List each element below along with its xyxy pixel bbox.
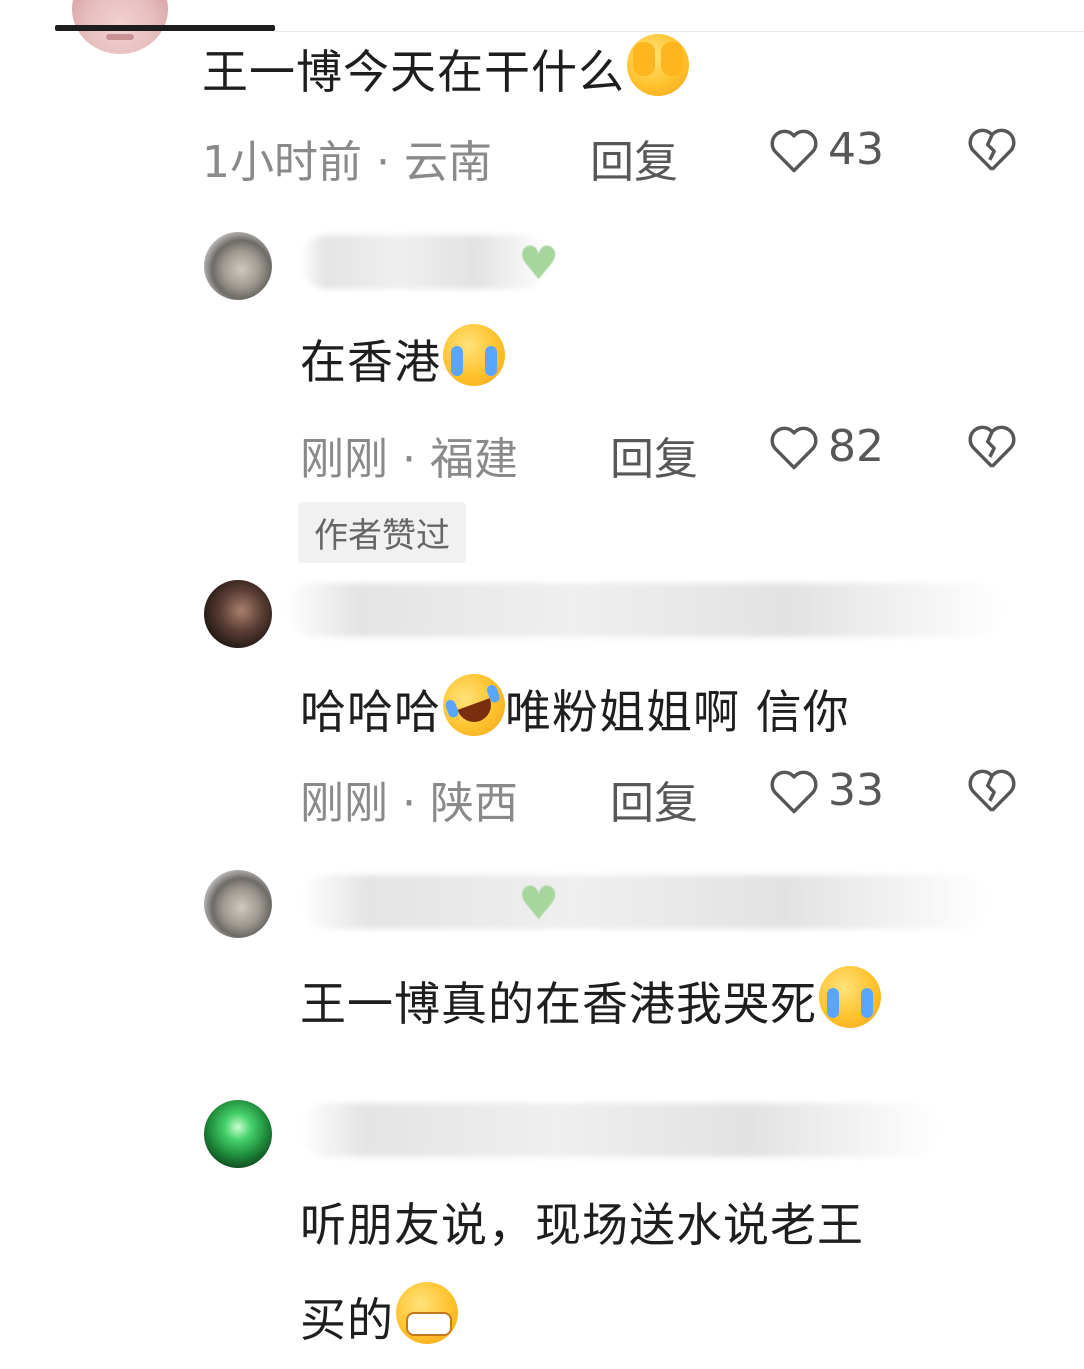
green-heart-icon: ♥: [518, 876, 560, 930]
grinning-face-icon: [396, 1282, 458, 1344]
like-button[interactable]: 43: [768, 124, 884, 175]
see-no-evil-icon: [627, 34, 689, 96]
comment-body-continued: 唯粉姐姐啊 信你: [505, 685, 850, 739]
heart-outline-icon: [770, 426, 818, 469]
like-count: 82: [828, 421, 884, 472]
reply-button[interactable]: 回复: [590, 126, 678, 190]
heart-outline-icon: [770, 770, 818, 813]
broken-heart-icon[interactable]: [966, 421, 1018, 471]
author-liked-tag: 作者赞过: [298, 502, 466, 563]
comment-time: 1小时前: [202, 137, 362, 188]
reply-avatar[interactable]: [204, 580, 272, 648]
loudly-crying-face-icon: [443, 324, 505, 386]
comment-text: 王一博真的在香港我哭死: [300, 966, 881, 1035]
comment-body: 王一博真的在香港我哭死: [300, 977, 817, 1031]
rolling-on-floor-laughing-icon: [434, 665, 514, 745]
reply-button[interactable]: 回复: [610, 423, 698, 487]
green-heart-icon: ♥: [518, 236, 560, 290]
meta-separator: ·: [376, 137, 390, 188]
username-blurred[interactable]: [300, 875, 990, 929]
heart-outline-icon: [770, 129, 818, 172]
reply-avatar[interactable]: [204, 870, 272, 938]
comment-text: 王一博今天在干什么: [202, 34, 689, 103]
comment-location: 云南: [404, 137, 492, 188]
like-button[interactable]: 33: [768, 765, 884, 816]
comment-text: 在香港: [300, 324, 505, 393]
comment-location: 陕西: [430, 778, 518, 829]
comment-body: 买的: [300, 1293, 394, 1347]
meta-separator: ·: [402, 434, 416, 485]
top-divider: [275, 31, 1084, 32]
meta-separator: ·: [402, 778, 416, 829]
comment-time: 刚刚: [300, 778, 388, 829]
comment-text-line-1: 听朋友说，现场送水说老王: [300, 1198, 864, 1252]
loudly-crying-face-icon: [819, 966, 881, 1028]
like-button[interactable]: 82: [768, 421, 884, 472]
reply-button[interactable]: 回复: [610, 767, 698, 831]
comment-location: 福建: [430, 434, 518, 485]
comment-meta: 1小时前 · 云南: [202, 126, 492, 190]
username-blurred[interactable]: [285, 583, 1005, 637]
reply-avatar[interactable]: [204, 1100, 272, 1168]
comment-time: 刚刚: [300, 434, 388, 485]
comment-body: 王一博今天在干什么: [202, 45, 625, 99]
comment-meta: 刚刚 · 福建: [300, 423, 518, 487]
reply-avatar[interactable]: [204, 232, 272, 300]
username-blurred[interactable]: [300, 1103, 940, 1157]
comment-text-line-2: 买的: [300, 1282, 458, 1351]
like-count: 43: [828, 124, 884, 175]
comment-body: 哈哈哈: [300, 685, 441, 739]
broken-heart-icon[interactable]: [966, 124, 1018, 174]
username-blurred[interactable]: [300, 235, 550, 289]
like-count: 33: [828, 765, 884, 816]
broken-heart-icon[interactable]: [966, 765, 1018, 815]
comment-text: 哈哈哈 唯粉姐姐啊 信你: [300, 665, 850, 745]
comment-body: 在香港: [300, 335, 441, 389]
comment-meta: 刚刚 · 陕西: [300, 767, 518, 831]
top-bar: [55, 25, 275, 31]
